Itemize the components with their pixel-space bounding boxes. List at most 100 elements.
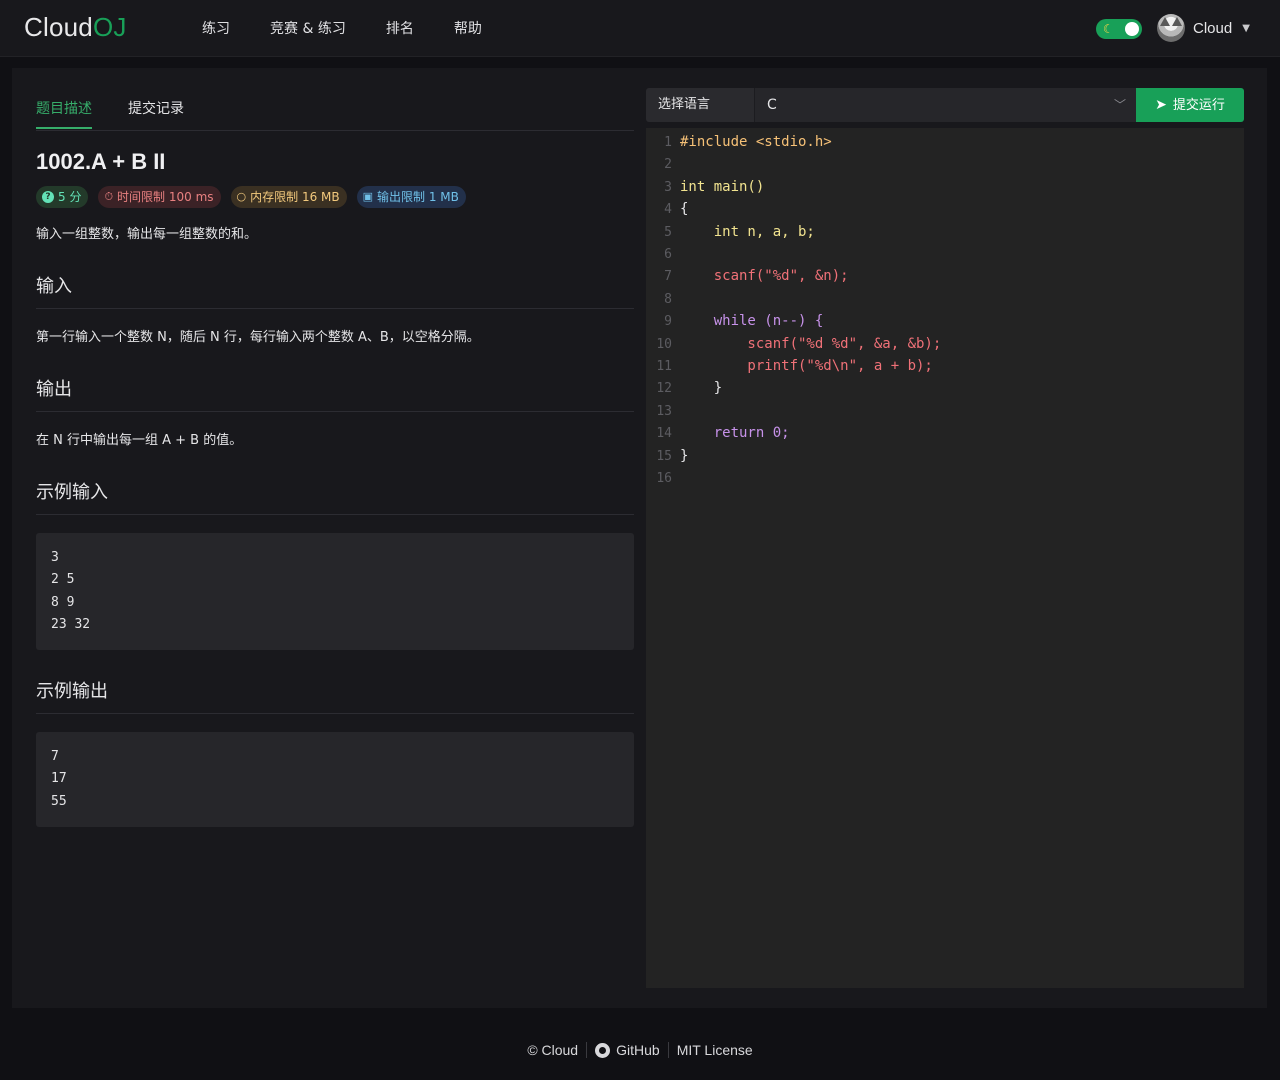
send-icon: ➤ bbox=[1155, 97, 1167, 113]
sample-output-block: 7 17 55 bbox=[36, 732, 634, 828]
line-number: 14 bbox=[656, 426, 672, 442]
memory-limit-tag: ○ 内存限制 16 MB bbox=[230, 186, 347, 208]
sample-output-heading: 示例输出 bbox=[36, 680, 634, 715]
input-heading: 输入 bbox=[36, 275, 634, 309]
logo-text-oj: OJ bbox=[92, 12, 127, 42]
chevron-down-icon: ﹀ bbox=[1113, 98, 1126, 112]
tab-description[interactable]: 题目描述 bbox=[36, 100, 92, 118]
problem-tabs: 题目描述 提交记录 bbox=[36, 88, 634, 131]
code-line: 5 int n, a, b; bbox=[646, 221, 815, 243]
nav-item-contest[interactable]: 竞赛 & 练习 bbox=[270, 18, 346, 38]
code-line: 4{ bbox=[646, 198, 688, 220]
line-number: 9 bbox=[664, 314, 672, 330]
code-text: int n, a, b; bbox=[680, 223, 815, 240]
score-tag: ? 5 分 bbox=[36, 186, 89, 208]
nav-item-ranking[interactable]: 排名 bbox=[386, 18, 414, 38]
line-number: 8 bbox=[664, 291, 672, 307]
code-line: 14 return 0; bbox=[646, 422, 790, 444]
code-line: 7 scanf("%d", &n); bbox=[646, 265, 849, 287]
input-description: 第一行输入一个整数 N，随后 N 行，每行输入两个整数 A、B，以空格分隔。 bbox=[36, 330, 480, 345]
github-icon bbox=[595, 1042, 611, 1058]
github-link-label: GitHub bbox=[616, 1042, 660, 1058]
language-select[interactable]: C ﹀ bbox=[754, 88, 1136, 122]
code-text: } bbox=[680, 380, 723, 397]
code-line: 1 #include <stdio.h> bbox=[646, 131, 832, 153]
theme-toggle[interactable]: ☾ bbox=[1096, 19, 1142, 39]
problem-title: 1002.A + B II bbox=[36, 149, 166, 174]
line-number: 7 bbox=[664, 269, 672, 285]
output-limit-label: 输出限制 1 MB bbox=[377, 190, 459, 204]
license-link[interactable]: MIT License bbox=[677, 1042, 753, 1058]
language-label: 选择语言 bbox=[646, 88, 754, 122]
logo[interactable]: CloudOJ bbox=[24, 12, 127, 42]
printer-icon: ▣ bbox=[362, 190, 374, 203]
code-line: 9 while (n--) { bbox=[646, 310, 823, 332]
problem-card: 题目描述 提交记录 1002.A + B II ? 5 分 ⏱ 时间限制 100… bbox=[12, 68, 1267, 1008]
memory-limit-label: 内存限制 16 MB bbox=[250, 190, 340, 204]
circle-notch-icon: ○ bbox=[236, 190, 247, 203]
footer-copyright: © Cloud bbox=[527, 1042, 579, 1058]
top-navbar: CloudOJ 练习 竞赛 & 练习 排名 帮助 ☾ Cloud ▼ bbox=[0, 0, 1280, 56]
score-tag-label: 5 分 bbox=[58, 190, 82, 204]
submit-button-label: 提交运行 bbox=[1172, 98, 1225, 113]
code-line: 6 bbox=[646, 243, 680, 265]
code-text: { bbox=[680, 201, 689, 218]
main-nav: 练习 竞赛 & 练习 排名 帮助 bbox=[202, 0, 522, 56]
line-number: 3 bbox=[664, 179, 672, 195]
line-number: 1 bbox=[664, 135, 672, 150]
code-text: scanf("%d", &n); bbox=[680, 268, 849, 285]
line-number: 16 bbox=[656, 471, 672, 486]
footer-divider bbox=[667, 1042, 669, 1058]
user-menu[interactable]: Cloud ▼ bbox=[1157, 14, 1250, 42]
line-number: 13 bbox=[656, 403, 672, 419]
line-number: 11 bbox=[656, 359, 672, 374]
toggle-knob bbox=[1125, 22, 1139, 36]
sample-input-block: 3 2 5 8 9 23 32 bbox=[36, 533, 634, 651]
github-link[interactable]: GitHub bbox=[595, 1042, 660, 1058]
code-line: 13 bbox=[646, 400, 680, 422]
time-limit-label: 时间限制 100 ms bbox=[117, 190, 214, 204]
submit-button[interactable]: ➤ 提交运行 bbox=[1136, 88, 1244, 122]
code-text: int main() bbox=[680, 178, 765, 195]
tab-submissions[interactable]: 提交记录 bbox=[128, 100, 184, 118]
line-number: 12 bbox=[656, 381, 672, 397]
language-bar: 选择语言 C ﹀ ➤ 提交运行 bbox=[646, 88, 1244, 122]
moon-icon: ☾ bbox=[1103, 22, 1114, 36]
output-description: 在 N 行中输出每一组 A + B 的值。 bbox=[36, 433, 243, 448]
code-line: 12 } bbox=[646, 377, 722, 399]
line-number: 15 bbox=[656, 448, 672, 464]
code-line: 8 bbox=[646, 288, 680, 310]
language-select-value: C bbox=[767, 97, 777, 113]
footer: © Cloud GitHub MIT License bbox=[0, 1040, 1280, 1060]
code-text: while (n--) { bbox=[680, 313, 824, 330]
code-text: } bbox=[680, 447, 689, 464]
user-name: Cloud bbox=[1193, 19, 1233, 37]
code-text: scanf("%d %d", &a, &b); bbox=[680, 335, 942, 352]
avatar bbox=[1157, 14, 1185, 42]
code-text: #include <stdio.h> bbox=[680, 134, 832, 150]
code-line: 15} bbox=[646, 445, 688, 467]
nav-item-practice[interactable]: 练习 bbox=[202, 18, 230, 38]
problem-description: 输入一组整数，输出每一组整数的和。 bbox=[36, 227, 258, 242]
code-editor[interactable]: 1 #include <stdio.h> 2 3 int main() 4{ 5 i… bbox=[646, 128, 1244, 988]
line-number: 2 bbox=[664, 157, 672, 173]
time-limit-tag: ⏱ 时间限制 100 ms bbox=[98, 186, 221, 208]
problem-tags: ? 5 分 ⏱ 时间限制 100 ms ○ 内存限制 16 MB ▣ 输出限制 … bbox=[36, 186, 634, 208]
code-line: 2 bbox=[646, 153, 680, 175]
code-line: 16 bbox=[646, 467, 680, 489]
code-text: return 0; bbox=[680, 425, 790, 442]
line-number: 5 bbox=[664, 224, 672, 240]
sample-input-heading: 示例输入 bbox=[36, 481, 634, 515]
output-heading: 输出 bbox=[36, 378, 634, 412]
problem-panel: 题目描述 提交记录 1002.A + B II ? 5 分 ⏱ 时间限制 100… bbox=[36, 88, 634, 828]
code-text: printf("%d\n", a + b); bbox=[680, 358, 933, 374]
active-tab-indicator bbox=[36, 127, 92, 129]
caret-down-icon: ▼ bbox=[1242, 22, 1250, 34]
code-line: 11 printf("%d\n", a + b); bbox=[646, 355, 933, 377]
line-number: 4 bbox=[664, 202, 672, 218]
footer-divider bbox=[586, 1042, 588, 1058]
code-line: 10 scanf("%d %d", &a, &b); bbox=[646, 333, 941, 355]
question-circle-icon: ? bbox=[42, 191, 54, 203]
nav-item-help[interactable]: 帮助 bbox=[454, 18, 482, 38]
line-number: 10 bbox=[656, 336, 672, 352]
